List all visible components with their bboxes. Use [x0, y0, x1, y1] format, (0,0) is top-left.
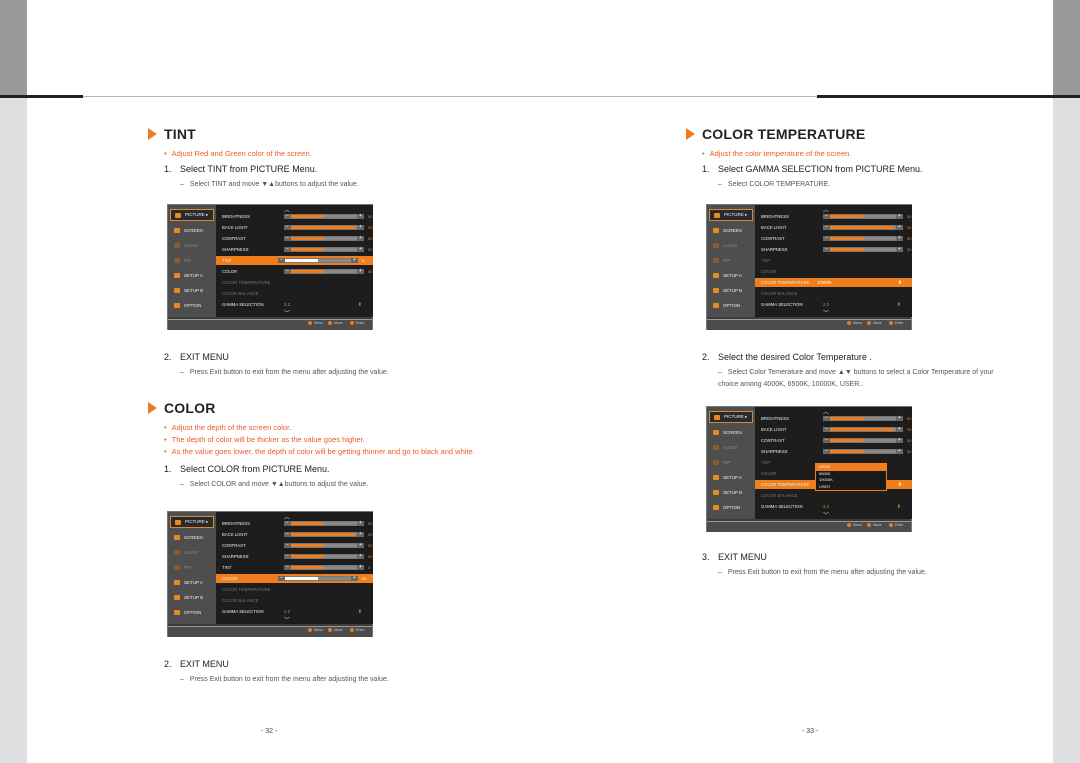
osd-side-setup-a: SETUP A: [170, 269, 214, 281]
osd-side-audio: AUDIO: [170, 239, 214, 251]
page-number-left: - 32 -: [261, 728, 278, 735]
color-exit: 2. EXIT MENU – Press Exit button to exit f…: [164, 659, 389, 683]
osd-side-pip: PIP: [170, 254, 214, 266]
color-bullet: Adjust the depth of the screen color.: [164, 422, 488, 434]
osd-sidebar: PICTURE ▸ SCREEN AUDIO PIP SETUP A SETUP…: [168, 205, 216, 317]
osd-item-gamma: GAMMA SELECTION 2.2 ⬍: [222, 301, 362, 308]
page-number-right: - 33 -: [802, 728, 819, 735]
triangle-icon: [686, 128, 695, 140]
triangle-icon: [148, 402, 157, 414]
osd-main: ︿ BRIGHTNESS − +50 BACK LIGHT − +90 CONTRAST…: [216, 205, 373, 317]
ct-heading: COLOR TEMPERATURE: [686, 126, 1026, 142]
osd-tint: PICTURE ▸ SCREEN AUDIO PIP SETUP A SETUP…: [167, 204, 373, 330]
osd-item-color: COLOR − +50: [222, 268, 373, 274]
color-bullet: As the value goes lower, the depth of co…: [164, 446, 488, 458]
osd-item-brightness: BRIGHTNESS − +50: [222, 213, 373, 219]
ct-section: COLOR TEMPERATURE Adjust the color tempe…: [686, 126, 1026, 191]
osd-item-color-balance: COLOR BALANCE: [222, 291, 259, 296]
osd-item-backlight: BACK LIGHT − +90: [222, 224, 373, 230]
osd-side-option: OPTION: [170, 299, 214, 311]
color-section: COLOR Adjust the depth of the screen col…: [148, 400, 488, 491]
osd-color-temperature: PICTURE ▸ SCREEN AUDIO PIP SETUP A SETUP…: [706, 204, 912, 330]
dropdown-option[interactable]: USER: [816, 484, 886, 491]
color-bullet: The depth of color will be thicker as th…: [164, 434, 488, 446]
osd-item-sharpness: SHARPNESS − +50: [222, 246, 373, 252]
left-edge-strip: [0, 0, 27, 763]
osd-item-tint: TINT − +0: [216, 256, 373, 265]
osd-item-contrast: CONTRAST − +50: [222, 235, 373, 241]
header-rule-left: [0, 95, 83, 98]
color-temperature-dropdown[interactable]: 4000K 6500K 10000K USER: [815, 463, 887, 491]
tint-exit: 2. EXIT MENU – Press Exit button to exit f…: [164, 352, 389, 376]
osd-side-setup-b: SETUP B: [170, 284, 214, 296]
chevron-down-icon: ﹀: [284, 311, 291, 317]
osd-footer: Menu Move Enter: [168, 319, 372, 330]
tint-section: TINT Adjust Red and Green color of the s…: [148, 126, 488, 191]
osd-color: PICTURE ▸ SCREEN AUDIO PIP SETUP A SETUP…: [167, 511, 373, 637]
up-down-icon: ⬍: [357, 301, 362, 308]
osd-color-temperature-dropdown: PICTURE ▸ SCREEN AUDIO PIP SETUP A SETUP…: [706, 406, 912, 532]
tint-bullet: Adjust Red and Green color of the screen…: [164, 148, 488, 160]
osd-item-color-temperature: COLOR TEMPERATURE: [222, 280, 271, 285]
tint-heading: TINT: [148, 126, 488, 142]
triangle-icon: [148, 128, 157, 140]
color-heading: COLOR: [148, 400, 488, 416]
ct-step-2: 2. Select the desired Color Temperature .…: [702, 352, 994, 388]
osd-side-picture: PICTURE ▸: [170, 209, 214, 221]
right-edge-strip: [1053, 0, 1080, 763]
tint-step-1: 1. Select TINT from PICTURE Menu.: [164, 164, 318, 174]
ct-exit: 3. EXIT MENU – Press Exit button to exit f…: [702, 552, 927, 576]
osd-side-screen: SCREEN: [170, 224, 214, 236]
header-rule-right: [817, 95, 1080, 98]
tint-step-1-note: – Select TINT and move ▼▲buttons to adjus…: [180, 181, 359, 188]
